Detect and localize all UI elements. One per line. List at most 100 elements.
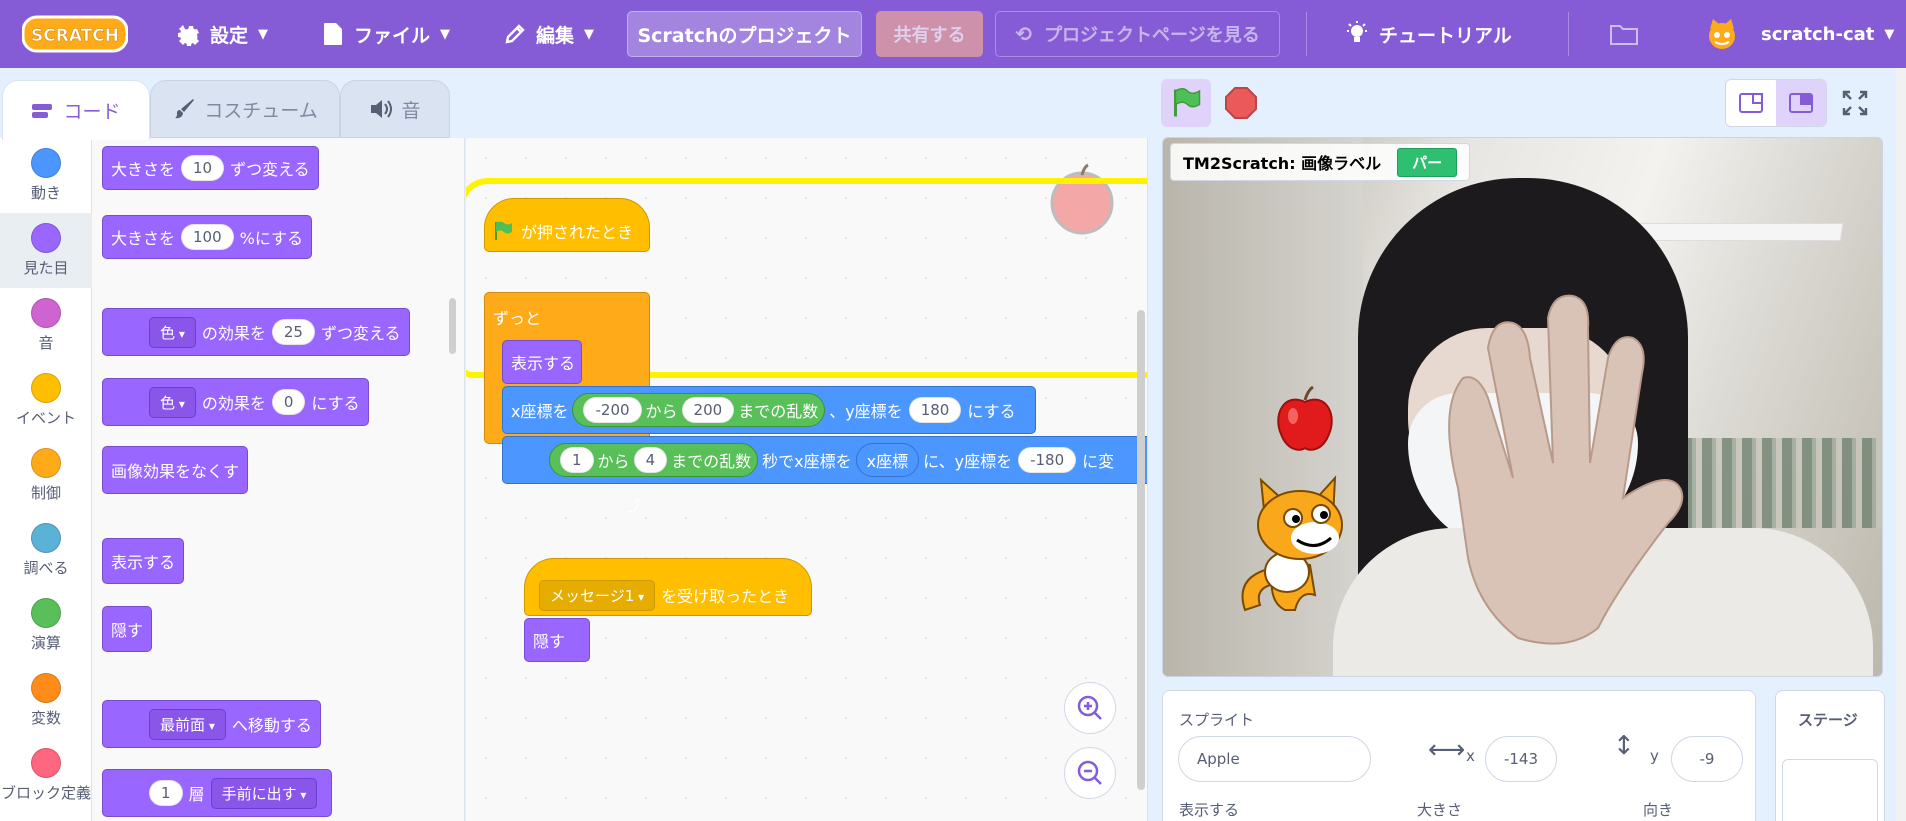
scratch-cat-sprite[interactable]	[1225, 460, 1355, 616]
account-menu[interactable]: scratch-cat ▼	[1705, 0, 1894, 68]
stage-pane-label: ステージ	[1798, 711, 1858, 729]
scratch-logo[interactable]: SCRATCH	[22, 14, 128, 54]
set-effect-block[interactable]: 色 の効果を 0 にする	[102, 378, 369, 426]
stage-selector-pane[interactable]: ステージ	[1775, 690, 1885, 821]
script-area[interactable]: が押されたとき ずっと ⤴ 表示する x座標を -200 から 200 までの乱…	[466, 138, 1148, 821]
y-input[interactable]: 180	[908, 397, 962, 423]
category-label: 変数	[30, 709, 61, 727]
message-dropdown[interactable]: メッセージ1	[539, 579, 656, 611]
category-sound[interactable]: 音	[0, 288, 92, 363]
random-from-input[interactable]: -200	[583, 397, 642, 423]
y-input[interactable]: -180	[1018, 447, 1077, 473]
small-stage-icon	[1739, 93, 1763, 113]
random-to-input[interactable]: 4	[633, 447, 668, 473]
pick-random-operator[interactable]: -200 から 200 までの乱数	[572, 393, 826, 427]
code-blocks-icon	[32, 103, 53, 118]
category-label: 演算	[30, 634, 61, 652]
block-text: を受け取ったとき	[661, 587, 790, 606]
green-flag-button[interactable]	[1161, 79, 1211, 127]
stop-button[interactable]	[1216, 79, 1266, 127]
menu-divider	[1306, 12, 1307, 56]
tutorials-label: チュートリアル	[1379, 24, 1512, 47]
block-text: ずっと	[493, 309, 542, 328]
x-position-input[interactable]: -143	[1485, 736, 1557, 782]
show-block[interactable]: 表示する	[502, 340, 582, 384]
set-size-block[interactable]: 大きさを 100 %にする	[102, 215, 313, 259]
script-area-scrollbar[interactable]	[1137, 310, 1145, 790]
layer-dropdown[interactable]: 最前面	[149, 708, 226, 740]
block-text: の効果を	[201, 394, 266, 413]
fullscreen-button[interactable]	[1830, 79, 1880, 127]
when-i-receive-block[interactable]: メッセージ1 を受け取ったとき	[524, 558, 812, 616]
small-stage-button[interactable]	[1726, 80, 1776, 126]
block-text: 表示する	[111, 553, 176, 572]
category-control[interactable]: 制御	[0, 438, 92, 513]
y-position-input[interactable]: -9	[1671, 736, 1743, 782]
palette-scrollbar[interactable]	[449, 298, 456, 354]
stage-thumbnail[interactable]	[1782, 759, 1878, 821]
chevron-down-icon: ▼	[1884, 26, 1895, 42]
pick-random-operator[interactable]: 1 から 4 までの乱数	[549, 443, 759, 477]
change-size-block[interactable]: 大きさを 10 ずつ変える	[102, 146, 319, 190]
layers-input[interactable]: 1	[149, 780, 183, 806]
stop-sign-icon	[1225, 87, 1257, 119]
tab-code[interactable]: コード	[2, 80, 150, 140]
block-text: 層	[188, 785, 205, 804]
normal-stage-button[interactable]	[1776, 80, 1826, 126]
block-text: ずつ変える	[320, 324, 401, 343]
category-label: 調べる	[23, 559, 69, 577]
effect-dropdown[interactable]: 色	[149, 386, 196, 418]
category-events[interactable]: イベント	[0, 363, 92, 438]
tm2scratch-label-monitor[interactable]: TM2Scratch: 画像ラベル パー	[1170, 143, 1471, 181]
x-position-reporter[interactable]: x座標	[855, 443, 920, 477]
category-looks[interactable]: 見た目	[0, 213, 92, 288]
sprite-name-input[interactable]: Apple	[1178, 736, 1371, 782]
apple-sprite[interactable]	[1273, 386, 1337, 454]
when-flag-clicked-block[interactable]: が押されたとき	[484, 198, 650, 252]
zoom-in-button[interactable]	[1064, 682, 1116, 734]
clear-effects-block[interactable]: 画像効果をなくす	[102, 446, 249, 494]
pencil-icon	[505, 24, 525, 44]
random-to-input[interactable]: 200	[681, 397, 735, 423]
size-input[interactable]: 100	[181, 224, 234, 250]
project-title-input[interactable]: Scratchのプロジェクト	[627, 11, 862, 57]
edit-menu[interactable]: 編集 ▼	[504, 0, 594, 68]
hide-block[interactable]: 隠す	[102, 606, 153, 652]
go-layers-block[interactable]: 1 層 手前に出す	[102, 769, 333, 817]
random-from-input[interactable]: 1	[560, 447, 594, 473]
page-scrollbar[interactable]	[1896, 68, 1906, 821]
show-block[interactable]: 表示する	[102, 538, 185, 584]
go-to-layer-block[interactable]: 最前面 へ移動する	[102, 700, 321, 748]
effect-value-input[interactable]: 0	[271, 389, 306, 415]
effect-change-input[interactable]: 25	[271, 319, 315, 345]
change-effect-block[interactable]: 色 の効果を 25 ずつ変える	[102, 308, 410, 356]
go-to-xy-block[interactable]: x座標を -200 から 200 までの乱数 、y座標を 180 にする	[502, 386, 1036, 434]
tab-sounds[interactable]: 音	[340, 80, 450, 138]
category-operators[interactable]: 演算	[0, 588, 92, 663]
block-text: までの乱数	[738, 402, 819, 421]
layer-direction-dropdown[interactable]: 手前に出す	[210, 777, 318, 809]
direction-label: 向き	[1643, 801, 1674, 819]
my-stuff-button[interactable]	[1609, 0, 1649, 68]
y-label: y	[1650, 747, 1659, 765]
settings-menu[interactable]: 設定 ▼	[176, 0, 268, 68]
category-variables[interactable]: 変数	[0, 663, 92, 738]
share-button[interactable]: 共有する	[876, 11, 983, 57]
hide-block[interactable]: 隠す	[524, 618, 590, 662]
zoom-out-button[interactable]	[1064, 747, 1116, 799]
file-icon	[324, 23, 342, 45]
category-color-dot	[31, 673, 61, 703]
file-menu[interactable]: ファイル ▼	[322, 0, 450, 68]
category-sensing[interactable]: 調べる	[0, 513, 92, 588]
block-categories: 動き 見た目 音 イベント 制御 調べる 演算 変数 ブロック定義	[0, 138, 92, 821]
category-my-blocks[interactable]: ブロック定義	[0, 738, 92, 821]
stage-canvas[interactable]	[1162, 137, 1883, 677]
tab-costumes[interactable]: コスチューム	[150, 80, 340, 138]
glide-block[interactable]: 1 から 4 までの乱数 秒でx座標を x座標 に、y座標を -180 に変	[502, 436, 1147, 484]
tutorials-button[interactable]: チュートリアル	[1345, 0, 1512, 68]
size-change-input[interactable]: 10	[181, 155, 225, 181]
block-text: から	[597, 452, 630, 471]
see-project-page-button[interactable]: ⟲ プロジェクトページを見る	[995, 11, 1280, 57]
category-motion[interactable]: 動き	[0, 138, 92, 213]
effect-dropdown[interactable]: 色	[149, 316, 196, 348]
